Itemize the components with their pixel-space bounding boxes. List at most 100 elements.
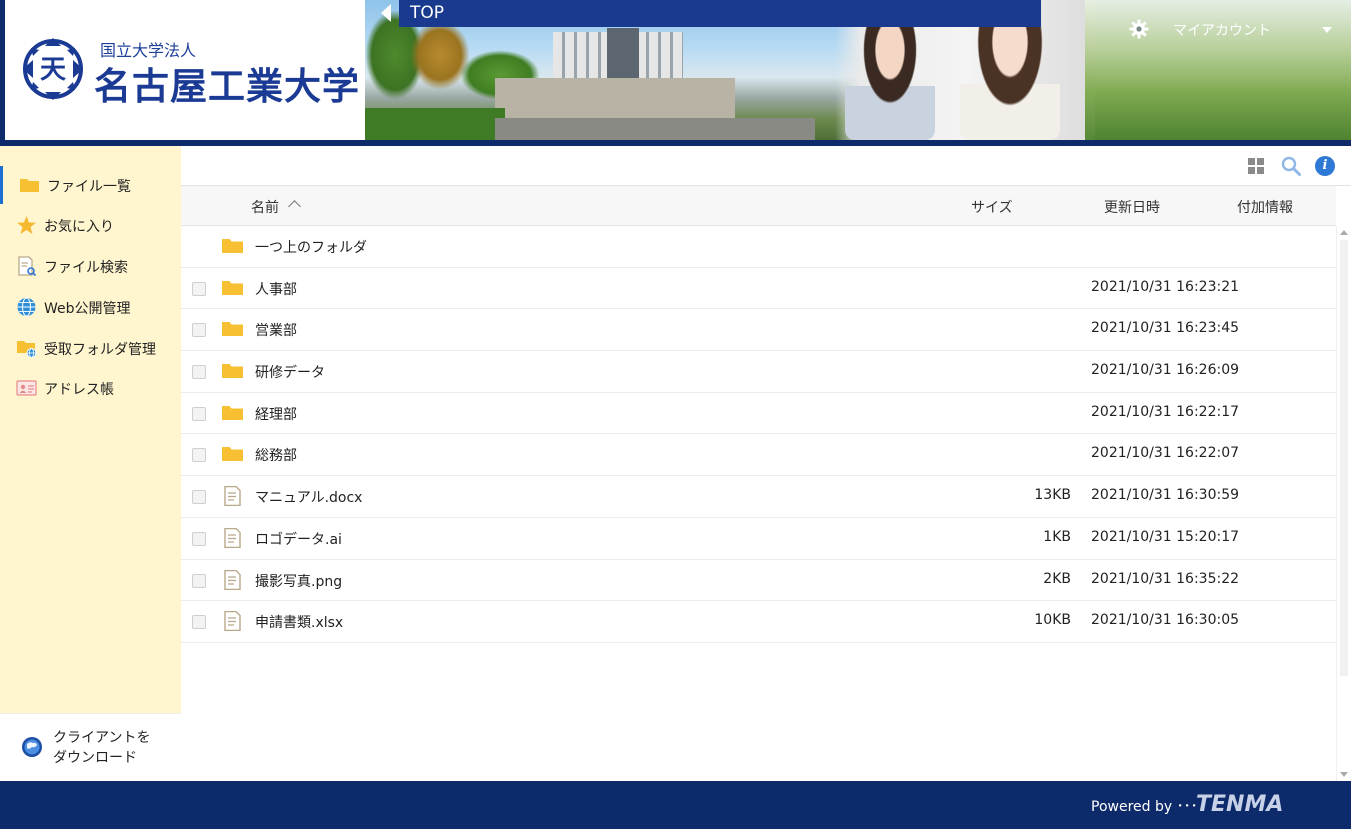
sidebar-item-address-book[interactable]: アドレス帳 xyxy=(0,369,181,407)
table-row[interactable]: マニュアル.docx 13KB 2021/10/31 16:30:59 xyxy=(181,476,1336,518)
address-card-icon xyxy=(16,380,37,396)
file-modified: 2021/10/31 15:20:17 xyxy=(1091,528,1240,545)
breadcrumb-top[interactable]: TOP xyxy=(410,3,444,23)
sidebar-item-label: ファイル検索 xyxy=(44,260,128,276)
table-row[interactable]: 申請書類.xlsx 10KB 2021/10/31 16:30:05 xyxy=(181,601,1336,643)
logo-title: 名古屋工業大学 xyxy=(94,65,360,108)
table-row-parent-folder[interactable]: 一つ上のフォルダ xyxy=(181,226,1336,268)
folder-icon xyxy=(222,239,243,253)
file-name: ロゴデータ.ai xyxy=(255,531,342,548)
grid-view-icon[interactable] xyxy=(1248,158,1264,174)
table-row[interactable]: 撮影写真.png 2KB 2021/10/31 16:35:22 xyxy=(181,559,1336,602)
document-icon xyxy=(224,611,241,632)
row-checkbox[interactable] xyxy=(192,365,206,380)
column-header-name[interactable]: 名前 xyxy=(251,197,279,217)
folder-icon xyxy=(222,405,243,420)
folder-icon xyxy=(222,280,243,295)
scrollbar-thumb[interactable] xyxy=(1340,240,1348,676)
sidebar: ファイル一覧 お気に入り ファイル検索 Web公開管理 受取フォルダ管理 アドレ… xyxy=(0,146,181,781)
document-icon xyxy=(224,527,241,548)
globe-icon xyxy=(17,297,36,317)
tenma-logo[interactable]: TENMA xyxy=(1196,792,1283,817)
university-logo[interactable]: 天 国立大学法人 名古屋工業大学 xyxy=(5,0,365,140)
banner-person xyxy=(845,20,935,140)
sidebar-item-web-publish[interactable]: Web公開管理 xyxy=(0,288,181,326)
toolbar: i xyxy=(181,146,1351,186)
client-download-button[interactable]: クライアントを ダウンロード xyxy=(0,713,181,781)
file-modified: 2021/10/31 16:35:22 xyxy=(1091,570,1240,587)
file-size: 13KB xyxy=(1034,487,1071,504)
file-name: 申請書類.xlsx xyxy=(255,615,344,632)
row-checkbox[interactable] xyxy=(192,490,206,505)
file-name: 一つ上のフォルダ xyxy=(255,240,367,256)
breadcrumb-bar xyxy=(399,0,1041,27)
sort-ascending-icon[interactable] xyxy=(288,200,301,213)
table-row[interactable]: 研修データ 2021/10/31 16:26:09 xyxy=(181,351,1336,393)
university-emblem-icon: 天 xyxy=(23,38,83,100)
banner-hedge xyxy=(365,108,505,140)
emblem-character: 天 xyxy=(40,55,66,85)
file-modified: 2021/10/31 16:30:05 xyxy=(1091,612,1240,629)
folder-icon xyxy=(222,364,243,379)
star-icon xyxy=(17,216,36,234)
folder-icon xyxy=(222,322,243,337)
back-arrow-icon[interactable] xyxy=(381,4,391,22)
vertical-scrollbar[interactable] xyxy=(1336,226,1351,781)
scroll-down-icon[interactable] xyxy=(1340,772,1348,777)
sidebar-item-favorites[interactable]: お気に入り xyxy=(0,206,181,244)
row-checkbox[interactable] xyxy=(192,323,206,338)
file-modified: 2021/10/31 16:23:21 xyxy=(1091,278,1240,295)
sidebar-item-label: お気に入り xyxy=(44,219,114,235)
file-size: 1KB xyxy=(1043,528,1071,545)
row-checkbox[interactable] xyxy=(192,615,206,630)
row-checkbox[interactable] xyxy=(192,281,206,296)
file-name: 人事部 xyxy=(255,281,297,298)
sidebar-item-receive-folder[interactable]: 受取フォルダ管理 xyxy=(0,329,181,367)
document-icon xyxy=(224,569,241,590)
column-header-extra-info[interactable]: 付加情報 xyxy=(1237,197,1293,217)
table-row[interactable]: 経理部 2021/10/31 16:22:17 xyxy=(181,392,1336,435)
info-icon[interactable]: i xyxy=(1315,156,1335,176)
column-header-modified[interactable]: 更新日時 xyxy=(1104,197,1160,217)
my-account-menu[interactable]: マイアカウント xyxy=(1173,20,1271,40)
client-download-label: クライアントを ダウンロード xyxy=(53,730,151,766)
search-icon[interactable] xyxy=(1281,156,1301,176)
folder-globe-icon xyxy=(17,341,37,358)
sidebar-item-label: ファイル一覧 xyxy=(47,179,131,195)
chevron-down-icon[interactable] xyxy=(1322,27,1332,33)
file-name: 経理部 xyxy=(255,406,297,423)
scroll-up-icon[interactable] xyxy=(1340,230,1348,235)
file-modified: 2021/10/31 16:22:17 xyxy=(1091,403,1240,420)
table-row[interactable]: 総務部 2021/10/31 16:22:07 xyxy=(181,434,1336,477)
file-name: マニュアル.docx xyxy=(255,490,363,507)
file-modified: 2021/10/31 16:30:59 xyxy=(1091,487,1240,504)
sidebar-item-file-search[interactable]: ファイル検索 xyxy=(0,247,181,285)
globe-download-icon xyxy=(22,737,42,757)
document-icon xyxy=(224,486,241,507)
sidebar-item-file-list[interactable]: ファイル一覧 xyxy=(0,166,181,204)
table-row[interactable]: 営業部 2021/10/31 16:23:45 xyxy=(181,309,1336,352)
banner-gate xyxy=(495,78,735,118)
file-size: 10KB xyxy=(1034,612,1071,629)
folder-icon xyxy=(222,447,243,462)
file-modified: 2021/10/31 16:23:45 xyxy=(1091,320,1240,337)
file-table-body: 一つ上のフォルダ 人事部 2021/10/31 16:23:21 営業部 202… xyxy=(181,226,1336,643)
sidebar-item-label: Web公開管理 xyxy=(44,301,131,317)
sidebar-item-label: 受取フォルダ管理 xyxy=(44,342,156,358)
gear-icon[interactable] xyxy=(1129,19,1149,39)
file-modified: 2021/10/31 16:22:07 xyxy=(1091,445,1240,462)
column-header-size[interactable]: サイズ xyxy=(971,197,1013,217)
table-row[interactable]: ロゴデータ.ai 1KB 2021/10/31 15:20:17 xyxy=(181,517,1336,560)
row-checkbox[interactable] xyxy=(192,573,206,588)
row-checkbox[interactable] xyxy=(192,406,206,421)
header: 天 国立大学法人 名古屋工業大学 TOP マイアカウント xyxy=(0,0,1351,146)
folder-icon xyxy=(20,179,39,192)
file-table-header: 名前 サイズ 更新日時 付加情報 xyxy=(181,186,1336,226)
row-checkbox[interactable] xyxy=(192,448,206,463)
row-checkbox[interactable] xyxy=(192,531,206,546)
footer: Powered by ･･･ TENMA xyxy=(0,781,1351,829)
table-row[interactable]: 人事部 2021/10/31 16:23:21 xyxy=(181,267,1336,310)
file-name: 総務部 xyxy=(255,448,297,465)
powered-by-label: Powered by ･･･ xyxy=(1091,799,1198,815)
sidebar-item-label: アドレス帳 xyxy=(44,382,114,398)
